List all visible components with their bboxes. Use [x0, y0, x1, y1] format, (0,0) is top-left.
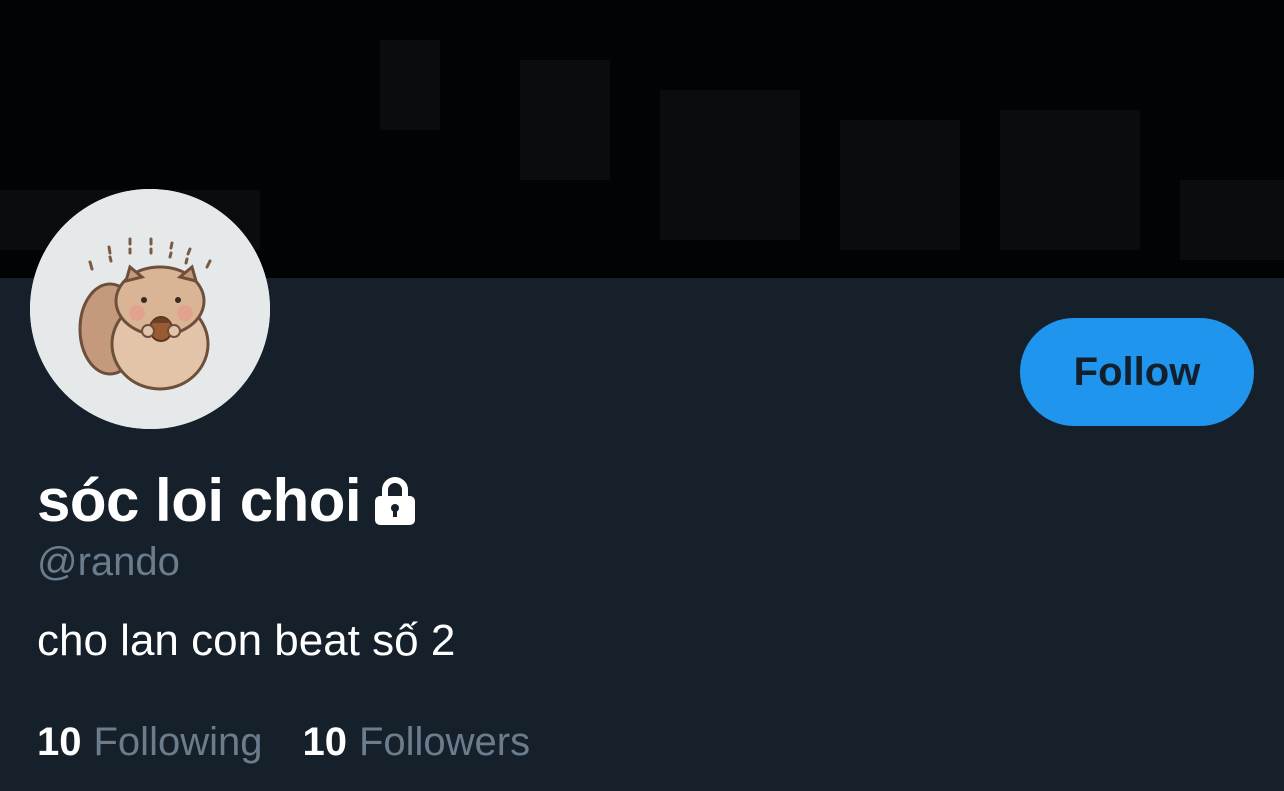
followers-label: Followers — [358, 720, 531, 764]
following-link[interactable]: 10 Following — [37, 716, 262, 768]
following-label: Following — [93, 720, 263, 764]
profile-page: Follow sóc loi choi @rando cho lan con b… — [0, 0, 1284, 791]
profile-bio: cho lan con beat số 2 — [37, 616, 456, 665]
lock-icon — [371, 475, 419, 527]
display-name: sóc loi choi — [37, 467, 362, 534]
squirrel-avatar — [30, 189, 270, 429]
followers-count: 10 — [302, 720, 347, 764]
followers-link[interactable]: 10 Followers — [302, 716, 530, 768]
follow-button[interactable]: Follow — [1020, 318, 1254, 426]
profile-stats: 10 Following 10 Followers — [37, 716, 570, 768]
name-row: sóc loi choi — [37, 466, 419, 536]
following-count: 10 — [37, 720, 82, 764]
avatar[interactable] — [30, 189, 270, 429]
profile-handle: @rando — [37, 540, 180, 584]
